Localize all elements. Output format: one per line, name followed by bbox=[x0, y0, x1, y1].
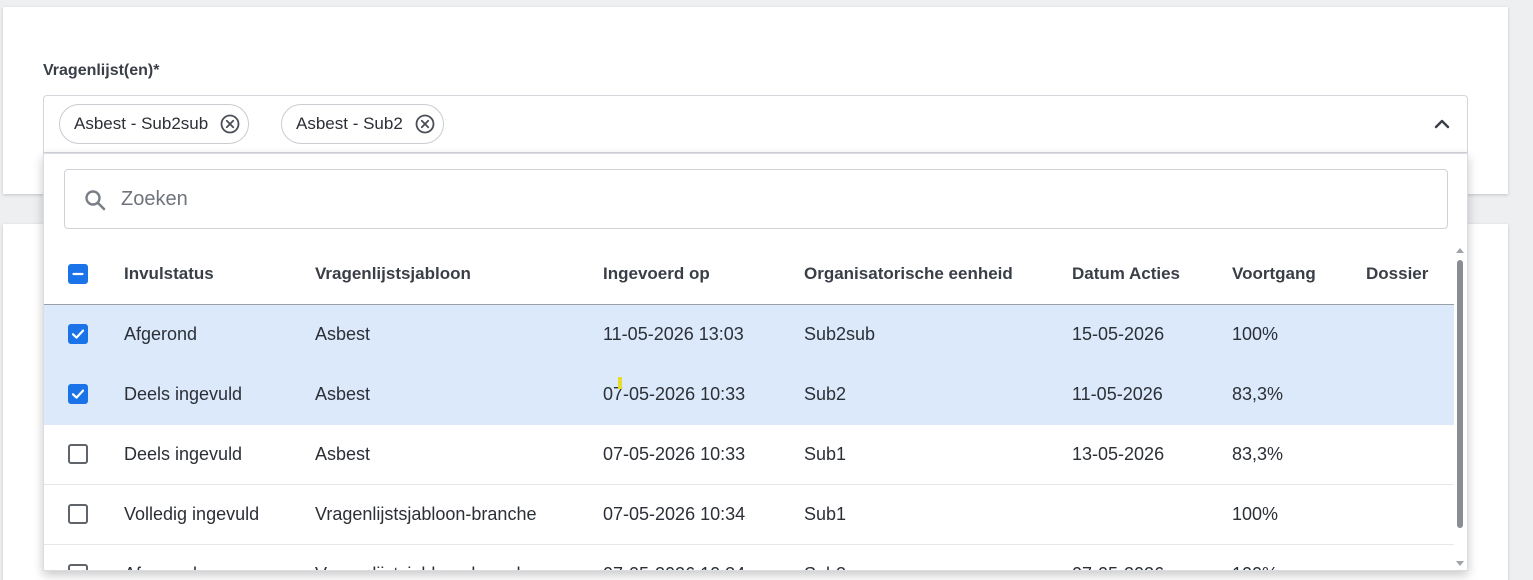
close-circle-icon[interactable] bbox=[415, 114, 435, 134]
scrollbar[interactable] bbox=[1455, 246, 1465, 570]
column-header-voortgang[interactable]: Voortgang bbox=[1232, 244, 1366, 305]
cell-invulstatus: Afgerond bbox=[124, 304, 315, 365]
row-checkbox[interactable] bbox=[68, 384, 88, 404]
cell-ingevoerd: 07-05-2026 10:34 bbox=[603, 484, 804, 545]
cell-sjabloon: Vragenlijstsjabloon-branche bbox=[315, 544, 603, 570]
chip-label: Asbest - Sub2sub bbox=[74, 114, 209, 133]
selected-chip: Asbest - Sub2 bbox=[281, 104, 444, 144]
text-cursor-marker bbox=[618, 377, 622, 389]
checkmark-icon bbox=[71, 329, 85, 339]
cell-sjabloon: Asbest bbox=[315, 424, 603, 485]
table-row[interactable]: Deels ingevuld Asbest 07-05-2026 10:33 S… bbox=[44, 364, 1454, 425]
cell-datum bbox=[1072, 484, 1232, 545]
search-input[interactable] bbox=[121, 180, 1421, 218]
cell-invulstatus: Afgerond bbox=[124, 544, 315, 570]
scroll-thumb[interactable] bbox=[1457, 260, 1463, 528]
table-row[interactable]: Afgerond Vragenlijstsjabloon-branche 07-… bbox=[44, 544, 1454, 570]
row-checkbox[interactable] bbox=[68, 564, 88, 570]
cell-voortgang: 83,3% bbox=[1232, 424, 1366, 485]
questionnaire-multiselect[interactable]: Asbest - Sub2sub Asbest - Sub2 bbox=[43, 95, 1468, 153]
cell-eenheid: Sub2sub bbox=[804, 304, 1072, 365]
cell-invulstatus: Deels ingevuld bbox=[124, 364, 315, 425]
cell-ingevoerd: 07-05-2026 10:33 bbox=[603, 364, 804, 425]
table-header-row: Invulstatus Vragenlijstsjabloon Ingevoer… bbox=[44, 244, 1454, 305]
cell-ingevoerd: 07-05-2026 10:33 bbox=[603, 424, 804, 485]
cell-datum: 15-05-2026 bbox=[1072, 304, 1232, 365]
row-checkbox[interactable] bbox=[68, 504, 88, 524]
scroll-up-arrow-icon[interactable] bbox=[1456, 248, 1464, 253]
table-row[interactable]: Volledig ingevuld Vragenlijstsjabloon-br… bbox=[44, 484, 1454, 545]
column-header-ingevoerd-op[interactable]: Ingevoerd op bbox=[603, 244, 804, 305]
cell-eenheid: Sub1 bbox=[804, 484, 1072, 545]
column-header-vragenlijstsjabloon[interactable]: Vragenlijstsjabloon bbox=[315, 244, 603, 305]
cell-dossier bbox=[1366, 544, 1454, 570]
cell-voortgang: 100% bbox=[1232, 544, 1366, 570]
questionnaire-table: Invulstatus Vragenlijstsjabloon Ingevoer… bbox=[44, 244, 1454, 570]
column-header-organisatorische-eenheid[interactable]: Organisatorische eenheid bbox=[804, 244, 1072, 305]
cell-eenheid: Sub2 bbox=[804, 544, 1072, 570]
table-row[interactable]: Deels ingevuld Asbest 07-05-2026 10:33 S… bbox=[44, 424, 1454, 485]
cell-dossier bbox=[1366, 364, 1454, 425]
row-checkbox[interactable] bbox=[68, 444, 88, 464]
cell-datum: 11-05-2026 bbox=[1072, 364, 1232, 425]
field-label: Vragenlijst(en)* bbox=[43, 62, 160, 79]
row-checkbox[interactable] bbox=[68, 324, 88, 344]
search-field[interactable] bbox=[64, 169, 1448, 229]
dropdown-panel: Invulstatus Vragenlijstsjabloon Ingevoer… bbox=[43, 153, 1468, 571]
scroll-down-arrow-icon[interactable] bbox=[1456, 561, 1464, 566]
table-row[interactable]: Afgerond Asbest 11-05-2026 13:03 Sub2sub… bbox=[44, 304, 1454, 365]
cell-datum: 13-05-2026 bbox=[1072, 424, 1232, 485]
close-circle-icon[interactable] bbox=[220, 114, 240, 134]
cell-invulstatus: Volledig ingevuld bbox=[124, 484, 315, 545]
search-icon bbox=[85, 190, 106, 211]
select-all-checkbox[interactable] bbox=[68, 263, 88, 284]
cell-voortgang: 100% bbox=[1232, 304, 1366, 365]
cell-ingevoerd: 07-05-2026 10:34 bbox=[603, 544, 804, 570]
cell-voortgang: 100% bbox=[1232, 484, 1366, 545]
chevron-up-icon[interactable] bbox=[1433, 115, 1451, 133]
column-header-dossier[interactable]: Dossier bbox=[1366, 244, 1454, 305]
cell-sjabloon: Vragenlijstsjabloon-branche bbox=[315, 484, 603, 545]
cell-eenheid: Sub2 bbox=[804, 364, 1072, 425]
cell-datum: 07-05-2026 bbox=[1072, 544, 1232, 570]
checkmark-icon bbox=[71, 389, 85, 399]
cell-voortgang: 83,3% bbox=[1232, 364, 1366, 425]
cell-dossier bbox=[1366, 484, 1454, 545]
cell-sjabloon: Asbest bbox=[315, 364, 603, 425]
cell-eenheid: Sub1 bbox=[804, 424, 1072, 485]
cell-sjabloon: Asbest bbox=[315, 304, 603, 365]
cell-invulstatus: Deels ingevuld bbox=[124, 424, 315, 485]
cell-ingevoerd: 11-05-2026 13:03 bbox=[603, 304, 804, 365]
cell-dossier bbox=[1366, 304, 1454, 365]
column-header-datum-acties[interactable]: Datum Acties bbox=[1072, 244, 1232, 305]
chip-label: Asbest - Sub2 bbox=[296, 114, 403, 133]
cell-dossier bbox=[1366, 424, 1454, 485]
column-header-invulstatus[interactable]: Invulstatus bbox=[124, 244, 315, 305]
minus-icon bbox=[72, 272, 84, 275]
selected-chip: Asbest - Sub2sub bbox=[59, 104, 250, 144]
